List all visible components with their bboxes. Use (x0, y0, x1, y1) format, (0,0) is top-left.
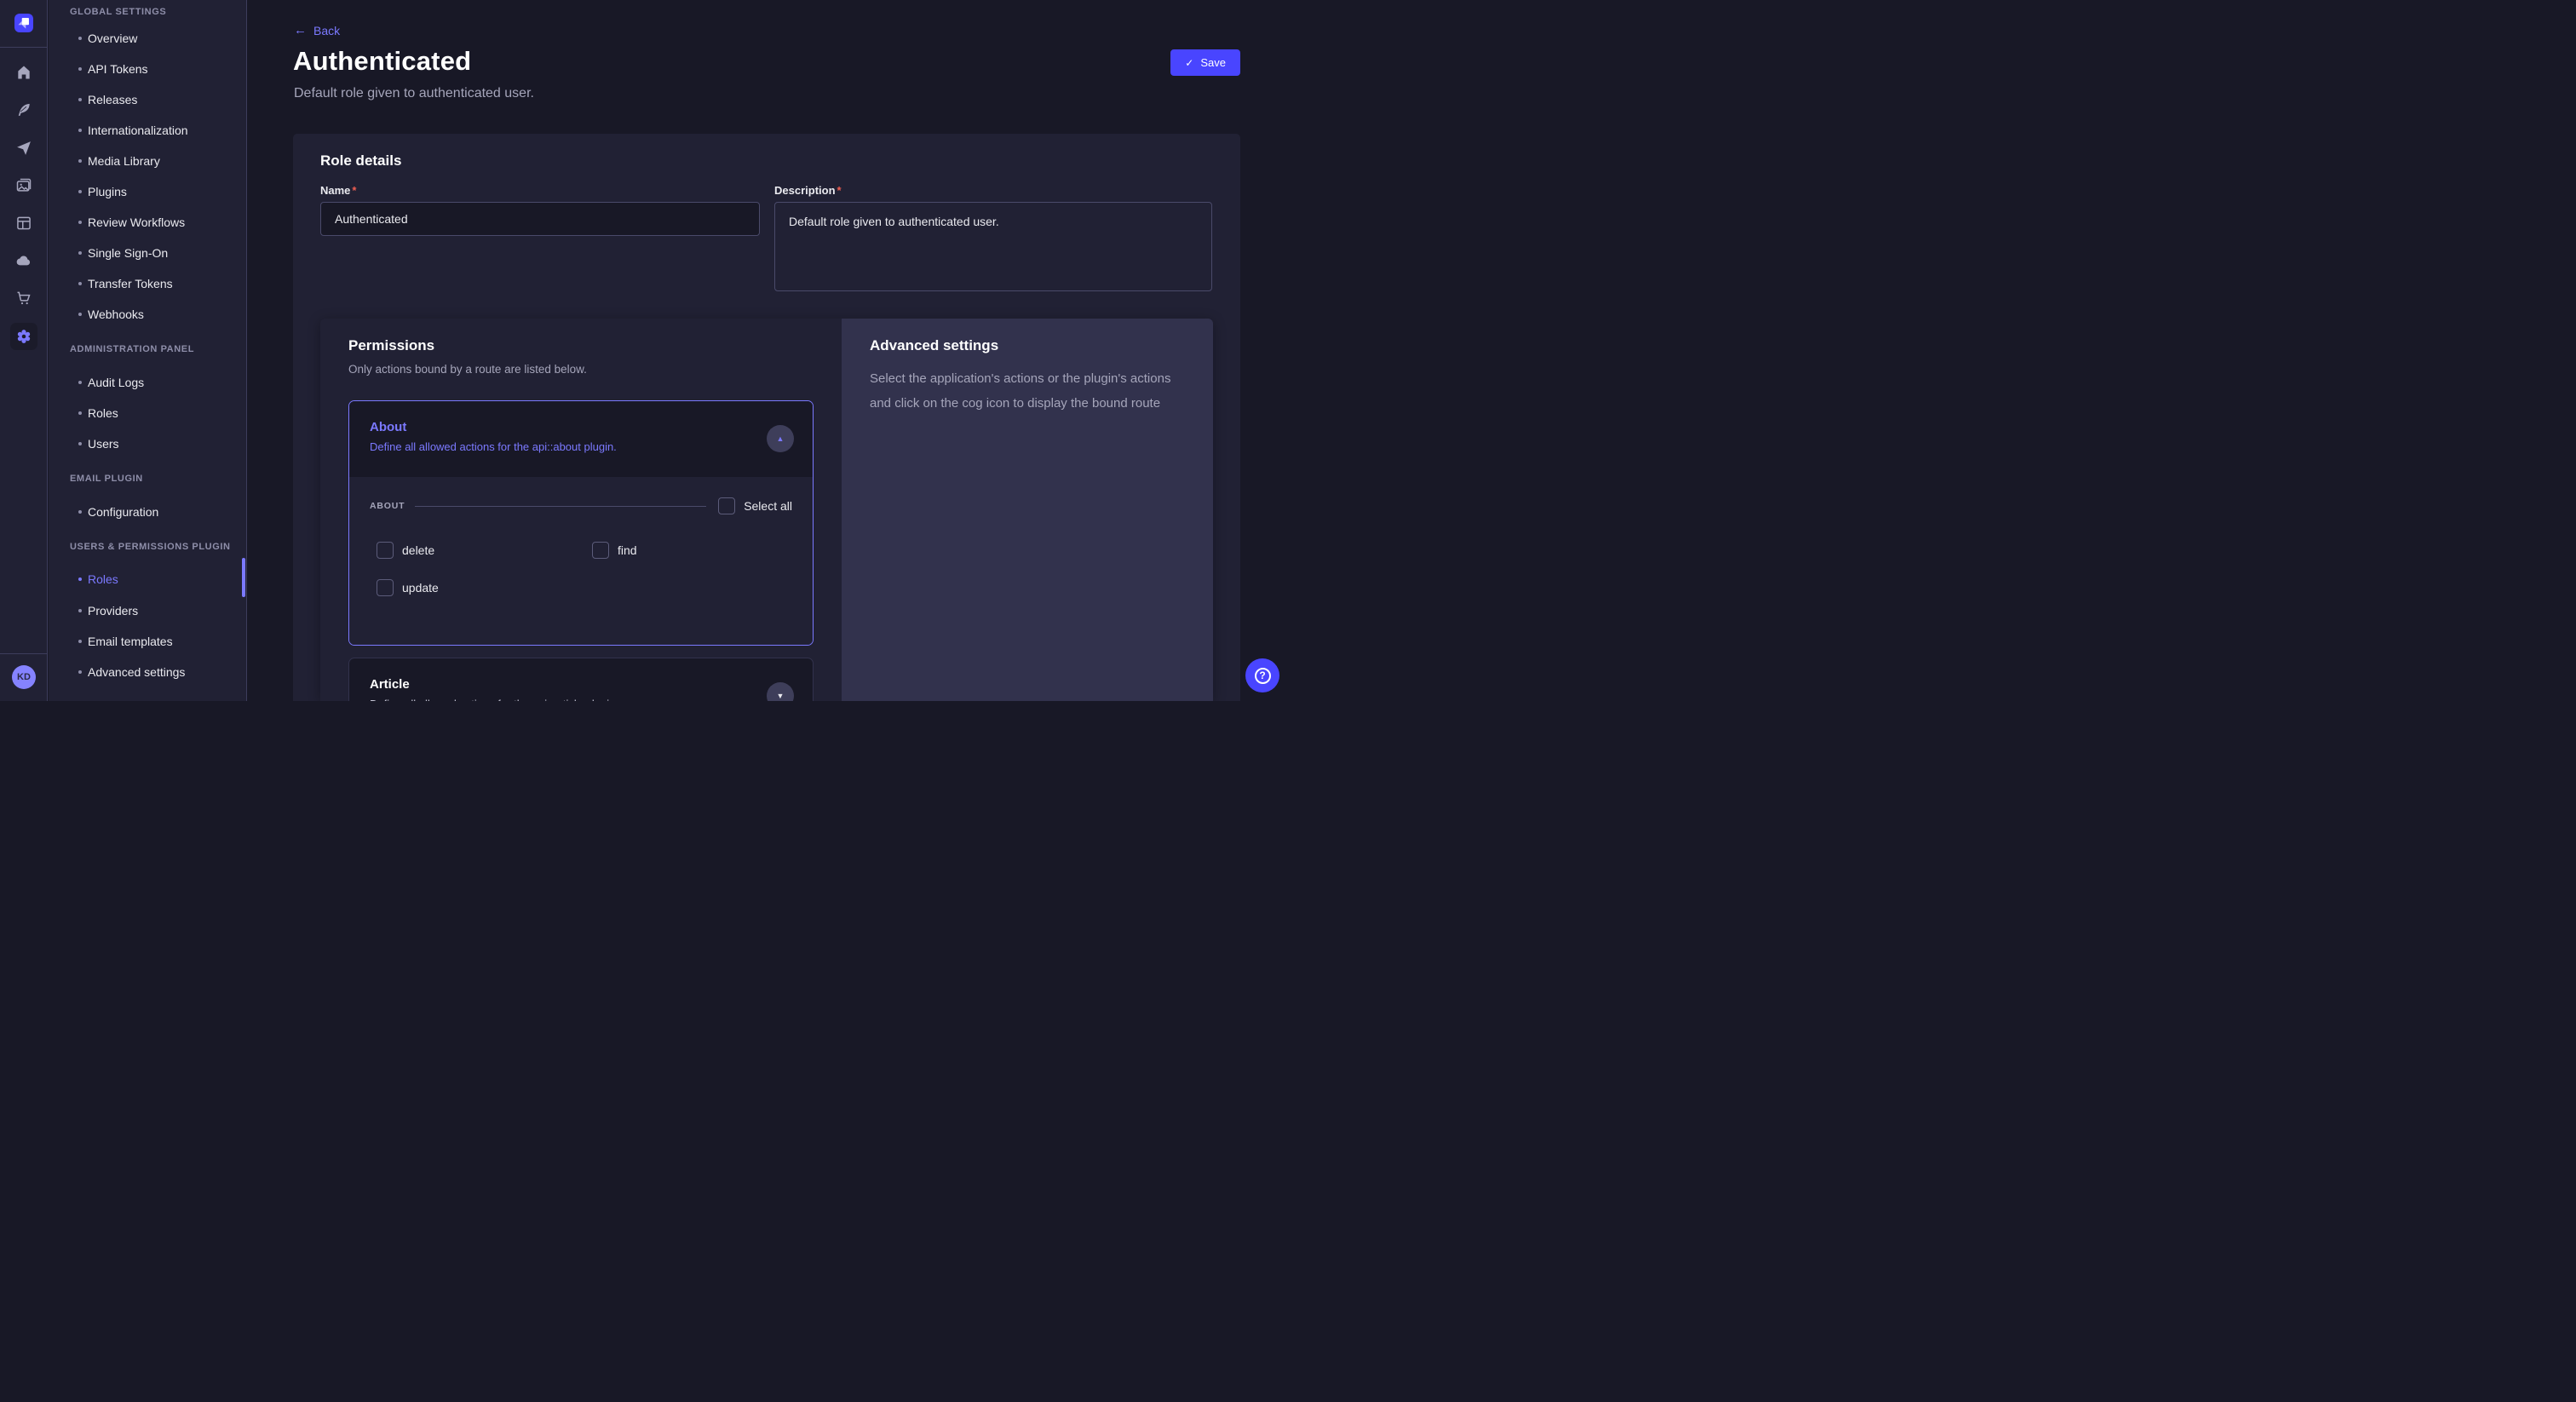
sidebar-item-single-sign-on[interactable]: Single Sign-On (49, 238, 247, 268)
permission-action-delete: delete (377, 542, 434, 559)
required-asterisk: * (837, 184, 842, 197)
layout-icon[interactable] (15, 215, 32, 232)
nav-section-label: USERS & PERMISSIONS PLUGIN (70, 531, 231, 562)
accordion-about-title: About (370, 420, 406, 434)
permissions-subtitle: Only actions bound by a route are listed… (348, 363, 587, 376)
subject-group-label: ABOUT (370, 501, 405, 511)
check-icon: ✓ (1185, 57, 1193, 69)
advanced-settings-description: Select the application's actions or the … (870, 366, 1172, 416)
sidebar-item-plugins[interactable]: Plugins (49, 176, 247, 207)
advanced-settings-panel: Advanced settings Select the application… (842, 319, 1213, 701)
description-field-label: Description* (774, 184, 842, 197)
delete-checkbox[interactable] (377, 542, 394, 559)
settings-gear-icon[interactable] (10, 323, 37, 350)
name-input[interactable] (320, 202, 760, 236)
select-all-label: Select all (744, 499, 792, 513)
back-arrow-icon: ← (294, 23, 307, 37)
send-icon[interactable] (15, 140, 32, 157)
permission-action-update: update (377, 579, 439, 596)
cloud-icon[interactable] (15, 252, 32, 269)
permissions-panel: Permissions Only actions bound by a rout… (320, 319, 842, 701)
marketplace-cart-icon[interactable] (15, 290, 32, 307)
subject-divider-line (415, 506, 706, 507)
accordion-article-subtitle: Define all allowed actions for the api::… (370, 698, 618, 701)
select-all-checkbox[interactable] (718, 497, 735, 514)
accordion-article-header[interactable]: Article Define all allowed actions for t… (349, 658, 813, 701)
nav-scrollbar-thumb[interactable] (242, 558, 245, 597)
media-library-icon[interactable] (15, 177, 32, 194)
update-checkbox[interactable] (377, 579, 394, 596)
sidebar-item-configuration[interactable]: Configuration (49, 497, 247, 527)
help-button[interactable]: ? (1245, 658, 1279, 692)
content-feather-icon[interactable] (15, 101, 32, 118)
rail-divider (0, 653, 48, 654)
sidebar-item-users[interactable]: Users (49, 428, 247, 459)
accordion-about: About Define all allowed actions for the… (348, 400, 814, 646)
sidebar-item-overview[interactable]: Overview (49, 23, 247, 54)
sidebar-item-providers[interactable]: Providers (49, 595, 247, 626)
permissions-title: Permissions (348, 337, 434, 354)
sidebar-item-releases[interactable]: Releases (49, 84, 247, 115)
permission-action-find: find (592, 542, 637, 559)
required-asterisk: * (352, 184, 356, 197)
save-button[interactable]: ✓ Save (1170, 49, 1240, 76)
sidebar-item-review-workflows[interactable]: Review Workflows (49, 207, 247, 238)
question-mark-icon: ? (1255, 668, 1271, 684)
sidebar-item-internationalization[interactable]: Internationalization (49, 115, 247, 146)
accordion-about-header[interactable]: About Define all allowed actions for the… (349, 401, 813, 477)
main-nav-rail: KD (0, 0, 48, 701)
name-field-label: Name* (320, 184, 356, 197)
permissions-grid: Permissions Only actions bound by a rout… (320, 319, 1213, 701)
role-edit-card: Role details Name* Description* Default … (293, 134, 1240, 701)
sidebar-item-webhooks[interactable]: Webhooks (49, 299, 247, 330)
nav-section-label: EMAIL PLUGIN (70, 463, 143, 494)
accordion-about-body: ABOUT Select all delete find (349, 477, 813, 645)
accordion-about-subtitle: Define all allowed actions for the api::… (370, 440, 617, 453)
page-title: Authenticated (293, 46, 471, 77)
sidebar-item-up-roles[interactable]: Roles (49, 564, 247, 595)
sidebar-item-email-templates[interactable]: Email templates (49, 626, 247, 657)
nav-section-label: ADMINISTRATION PANEL (70, 334, 194, 365)
sidebar-item-media-library[interactable]: Media Library (49, 146, 247, 176)
advanced-settings-title: Advanced settings (870, 337, 998, 354)
sidebar-item-api-tokens[interactable]: API Tokens (49, 54, 247, 84)
accordion-article: Article Define all allowed actions for t… (348, 658, 814, 701)
strapi-logo-icon[interactable] (14, 14, 33, 32)
settings-subnav: GLOBAL SETTINGS Overview API Tokens Rele… (49, 0, 247, 701)
description-textarea[interactable]: Default role given to authenticated user… (774, 202, 1212, 291)
sidebar-item-transfer-tokens[interactable]: Transfer Tokens (49, 268, 247, 299)
accordion-article-title: Article (370, 677, 410, 692)
collapse-chevron-up-button[interactable]: ▲ (767, 425, 794, 452)
sidebar-item-admin-roles[interactable]: Roles (49, 398, 247, 428)
sidebar-item-audit-logs[interactable]: Audit Logs (49, 367, 247, 398)
page-subtitle: Default role given to authenticated user… (294, 86, 534, 101)
expand-chevron-down-button[interactable]: ▼ (767, 682, 794, 701)
back-link[interactable]: ← Back (294, 23, 340, 37)
sidebar-item-advanced-settings[interactable]: Advanced settings (49, 657, 247, 687)
user-avatar[interactable]: KD (12, 665, 36, 689)
find-checkbox[interactable] (592, 542, 609, 559)
role-details-title: Role details (320, 152, 401, 170)
rail-divider (0, 47, 48, 48)
home-icon[interactable] (15, 64, 32, 81)
back-label: Back (313, 24, 340, 37)
